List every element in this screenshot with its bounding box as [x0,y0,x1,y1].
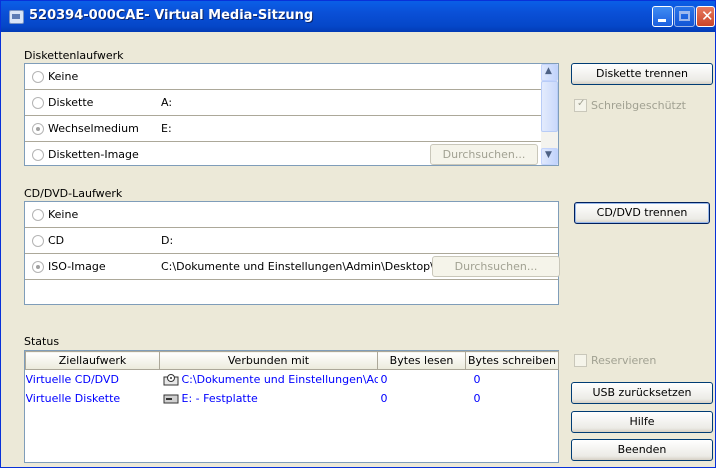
target-cell: Virtuelle CD/DVD [25,373,119,386]
scroll-up-button[interactable]: ▲ [541,64,558,81]
hard-drive-icon [163,394,178,404]
chevron-down-icon: ▼ [545,150,552,160]
column-header[interactable]: Ziellaufwerk [25,351,160,370]
table-header-row: Ziellaufwerk Verbunden mit Bytes lesen B… [25,351,559,370]
minimize-icon [658,19,666,22]
option-value: D: [161,234,174,247]
reserve-label: Reservieren [591,354,657,367]
write-protect-checkbox[interactable]: ✓ [574,98,587,112]
radio-button[interactable] [32,71,44,83]
close-button[interactable]: ✕ [696,6,715,27]
floppy-option-none[interactable]: Keine [25,64,542,90]
status-section-label: Status [24,335,60,348]
floppy-browse-button[interactable]: Durchsuchen... [430,144,538,165]
maximize-icon [679,11,690,21]
help-button[interactable]: Hilfe [571,411,713,433]
option-label: CD [48,234,65,247]
status-table: Ziellaufwerk Verbunden mit Bytes lesen B… [25,351,559,408]
connected-cell: E: - Festplatte [160,389,378,408]
close-icon: ✕ [701,7,714,25]
connected-path: E: - Festplatte [181,392,258,405]
floppy-option-removable[interactable]: Wechselmedium E: [25,116,542,142]
virtual-media-window: 520394-000CAE- Virtual Media-Sitzung ✕ D… [0,0,716,468]
table-row[interactable]: Virtuelle Diskette E: - Festplatte 0 0 [26,389,559,408]
radio-button-selected[interactable] [32,123,44,135]
iso-path-value: C:\Dokumente und Einstellungen\Admin\Des… [161,260,453,273]
radio-button[interactable] [32,209,44,221]
radio-button-selected[interactable] [32,261,44,273]
target-cell: Virtuelle Diskette [25,392,121,405]
connected-cell: C:\Dokumente und Einstellungen\Ad... [160,370,378,390]
option-label: ISO-Image [48,260,106,273]
chevron-up-icon: ▲ [545,66,552,76]
scroll-down-button[interactable]: ▼ [541,148,558,165]
cd-option-none[interactable]: Keine [25,202,558,228]
bytes-read-cell: 0 [380,373,388,386]
exit-button[interactable]: Beenden [571,439,713,461]
floppy-section-label: Diskettenlaufwerk [24,49,124,62]
radio-button[interactable] [32,235,44,247]
column-header[interactable]: Bytes lesen [377,351,466,370]
bytes-written-cell: 0 [473,392,481,405]
option-value: E: [161,122,172,135]
option-label: Wechselmedium [48,122,139,135]
option-label: Diskette [48,96,94,109]
floppy-scrollbar[interactable]: ▲ ▼ [541,64,558,165]
disconnect-cd-button[interactable]: CD/DVD trennen [574,202,710,224]
window-title: 520394-000CAE- Virtual Media-Sitzung [29,8,314,23]
scroll-thumb[interactable] [541,81,558,132]
floppy-options-panel: Keine Diskette A: Wechselmedium E: Diske… [24,63,559,166]
checkmark-icon: ✓ [577,98,586,109]
floppy-option-image[interactable]: Disketten-Image Durchsuchen... [25,142,542,168]
column-header[interactable]: Bytes schreiben [465,351,559,370]
cd-option-iso[interactable]: ISO-Image C:\Dokumente und Einstellungen… [25,254,560,280]
usb-reset-button[interactable]: USB zurücksetzen [571,382,713,404]
option-label: Keine [48,208,79,221]
minimize-button[interactable] [652,6,673,27]
option-value: A: [161,96,173,109]
maximize-button[interactable] [674,6,695,27]
floppy-option-diskette[interactable]: Diskette A: [25,90,542,116]
cd-browse-button[interactable]: Durchsuchen... [432,256,560,277]
bytes-written-cell: 0 [473,373,481,386]
table-row[interactable]: Virtuelle CD/DVD C:\Dokumente und Einste… [26,370,559,390]
cd-option-cd[interactable]: CD D: [25,228,558,254]
option-label: Keine [48,70,79,83]
bytes-read-cell: 0 [380,392,388,405]
title-bar[interactable]: 520394-000CAE- Virtual Media-Sitzung ✕ [1,1,715,32]
cd-drive-icon [163,374,178,386]
column-header[interactable]: Verbunden mit [159,351,378,370]
radio-button[interactable] [32,97,44,109]
write-protect-label: Schreibgeschützt [591,99,686,112]
radio-button[interactable] [32,149,44,161]
status-table-panel: Ziellaufwerk Verbunden mit Bytes lesen B… [24,350,559,463]
disconnect-floppy-button[interactable]: Diskette trennen [571,63,713,85]
connected-path: C:\Dokumente und Einstellungen\Ad... [181,373,378,386]
reserve-checkbox[interactable] [574,354,587,367]
option-label: Disketten-Image [48,148,139,161]
cd-section-label: CD/DVD-Laufwerk [24,187,123,200]
app-icon [9,10,24,24]
cd-options-panel: Keine CD D: ISO-Image C:\Dokumente und E… [24,201,560,305]
